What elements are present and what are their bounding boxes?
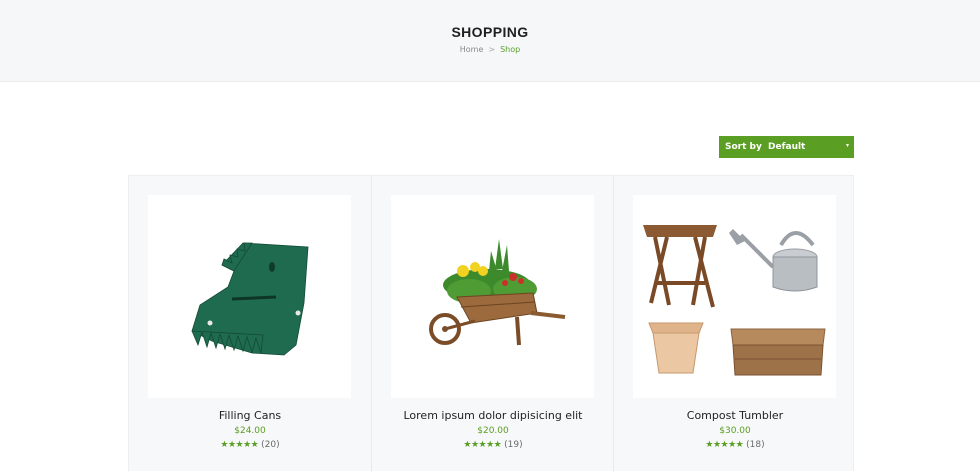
sort-select[interactable]: Sort by Default ▾ [719, 136, 854, 158]
star-rating-icon: ★★★★★ [463, 440, 502, 450]
review-count: (20) [261, 440, 280, 450]
product-image-garden-set[interactable] [633, 195, 836, 398]
product-price: $24.00 [234, 426, 266, 436]
review-count: (19) [504, 440, 523, 450]
product-card[interactable]: Compost Tumbler $30.00 ★★★★★ (18) [613, 176, 855, 472]
star-rating-icon: ★★★★★ [220, 440, 259, 450]
chevron-down-icon: ▾ [845, 142, 849, 149]
product-card[interactable]: Lorem ipsum dolor dipisicing elit $20.00… [371, 176, 613, 472]
breadcrumb-current: Shop [500, 45, 521, 54]
sort-label: Sort by [725, 142, 762, 152]
breadcrumb-separator: > [488, 45, 496, 54]
product-name[interactable]: Filling Cans [129, 409, 371, 422]
product-image-leaf-grabber[interactable] [148, 195, 351, 398]
product-rating: ★★★★★ (20) [129, 440, 371, 450]
page-header: SHOPPING Home > Shop [0, 0, 980, 82]
product-price: $20.00 [477, 426, 509, 436]
product-name[interactable]: Lorem ipsum dolor dipisicing elit [372, 409, 614, 422]
product-grid: Filling Cans $24.00 ★★★★★ (20) Lorem ips… [128, 175, 855, 472]
product-rating: ★★★★★ (19) [372, 440, 614, 450]
product-image-wheelbarrow-planter[interactable] [391, 195, 594, 398]
sort-value: Default [768, 142, 806, 152]
product-name[interactable]: Compost Tumbler [614, 409, 856, 422]
review-count: (18) [746, 440, 765, 450]
product-card[interactable]: Filling Cans $24.00 ★★★★★ (20) [129, 176, 371, 472]
star-rating-icon: ★★★★★ [705, 440, 744, 450]
product-rating: ★★★★★ (18) [614, 440, 856, 450]
product-price: $30.00 [719, 426, 751, 436]
breadcrumb: Home > Shop [0, 45, 980, 54]
breadcrumb-home-link[interactable]: Home [460, 45, 484, 54]
page-title: SHOPPING [451, 24, 529, 40]
